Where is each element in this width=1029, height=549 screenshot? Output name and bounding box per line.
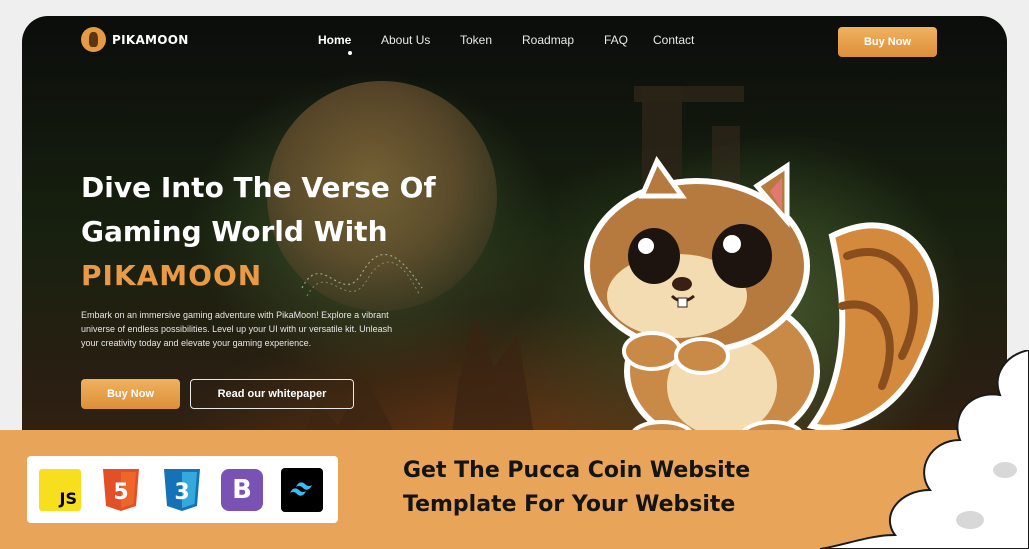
bootstrap-icon: B — [221, 469, 263, 511]
nav-item-about-us[interactable]: About Us — [381, 33, 460, 47]
banner-headline-line1: Get The Pucca Coin Website — [403, 458, 751, 483]
hero-headline: Dive Into The Verse Of Gaming World With… — [81, 166, 501, 298]
hero-headline-line2: Gaming World With — [81, 215, 388, 248]
nav-item-contact[interactable]: Contact — [653, 33, 694, 47]
nav-buy-now-button[interactable]: Buy Now — [838, 27, 937, 57]
nav-item-roadmap[interactable]: Roadmap — [522, 33, 604, 47]
ruin-arch — [634, 86, 744, 102]
css3-icon-label: 3 — [174, 480, 189, 505]
html5-icon-label: 5 — [113, 480, 128, 505]
tailwind-icon — [281, 468, 323, 512]
logo-text: PIKAMOON — [112, 32, 189, 47]
hero-buy-now-button[interactable]: Buy Now — [81, 379, 180, 409]
bootstrap-icon-label: B — [232, 475, 252, 505]
hero-headline-line1: Dive Into The Verse Of — [81, 171, 436, 204]
cloud-decoration — [820, 350, 1029, 549]
banner-headline: Get The Pucca Coin Website Template For … — [403, 454, 823, 522]
whitepaper-button[interactable]: Read our whitepaper — [190, 379, 354, 409]
javascript-icon: JS — [39, 469, 81, 511]
main-nav: Home About Us Token Roadmap FAQ Contact — [318, 33, 694, 55]
hero-description: Embark on an immersive gaming adventure … — [81, 310, 393, 348]
tech-stack-box: JS 5 3 B — [27, 456, 338, 523]
nav-item-token[interactable]: Token — [460, 33, 522, 47]
html5-icon: 5 — [100, 469, 142, 511]
hero-headline-accent: PIKAMOON — [81, 259, 263, 292]
javascript-icon-label: JS — [59, 489, 77, 508]
nav-item-home[interactable]: Home — [318, 33, 381, 55]
squirrel-logo-icon — [81, 27, 106, 52]
logo[interactable]: PIKAMOON — [81, 27, 189, 52]
nav-item-faq[interactable]: FAQ — [604, 33, 653, 47]
banner-headline-line2: Template For Your Website — [403, 492, 736, 517]
css3-icon: 3 — [161, 469, 203, 511]
